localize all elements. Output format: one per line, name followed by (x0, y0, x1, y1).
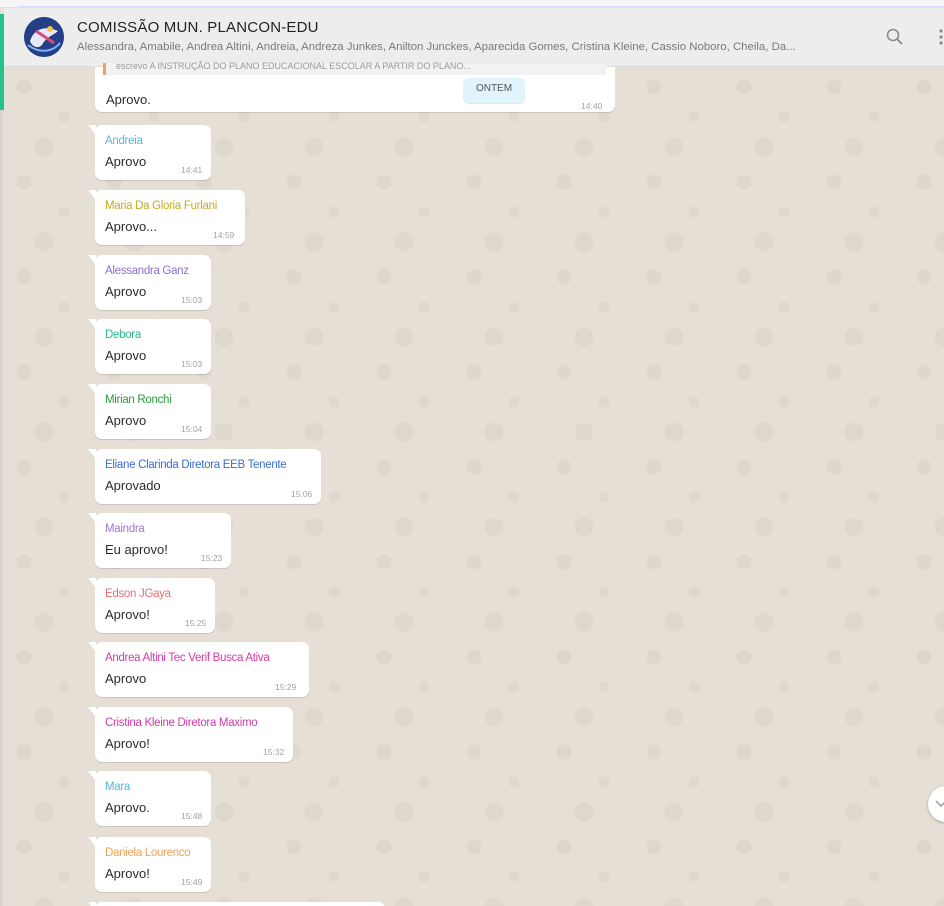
message-bubble[interactable] (88, 902, 385, 906)
window-top-bar (0, 0, 944, 7)
message-time: 15:32 (263, 747, 285, 757)
message-time: 14:40 (581, 101, 603, 111)
message-text: Aprovo (105, 348, 147, 363)
message-text: Eu aprovo! (105, 542, 168, 557)
chat-window: COMISSÃO MUN. PLANCON-EDU Alessandra, Am… (0, 0, 944, 906)
message-time: 15:03 (181, 295, 203, 305)
message-sender[interactable]: Maria Da Gloria Furlani (105, 200, 217, 212)
message-text: Aprovo (105, 413, 147, 428)
message-time: 15:06 (291, 489, 313, 499)
message-bubble[interactable]: Andreia Aprovo 14:41 (88, 125, 211, 180)
message-time: 14:59 (213, 230, 235, 240)
message-bubble[interactable]: Maria Da Gloria Furlani Aprovo... 14:59 (88, 190, 245, 245)
message-text: Aprovo... (105, 219, 158, 234)
message-bubble[interactable]: Mara Aprovo. 15:48 (88, 771, 211, 826)
message-bubble[interactable]: Eliane Clarinda Diretora EEB Tenente Apr… (88, 449, 321, 504)
message-bubble[interactable]: Cristina Kleine Diretora Maximo Aprovo! … (88, 707, 293, 762)
message-time: 15:23 (201, 553, 223, 563)
message-time: 15:49 (181, 877, 203, 887)
message-text: Aprovo (105, 284, 147, 299)
chat-header[interactable]: COMISSÃO MUN. PLANCON-EDU Alessandra, Am… (4, 8, 944, 67)
message-sender[interactable]: Andrea Altini Tec Verif Busca Ativa (105, 652, 270, 664)
group-avatar[interactable] (24, 17, 64, 57)
message-sender[interactable]: Cristina Kleine Diretora Maximo (105, 717, 258, 729)
message-time: 15:03 (181, 359, 203, 369)
message-bubble[interactable]: Debora Aprovo 15:03 (88, 319, 211, 374)
menu-button[interactable] (936, 26, 944, 48)
message-time: 15:48 (181, 811, 203, 821)
menu-icon (939, 29, 943, 45)
message-text: Aprovo! (105, 736, 150, 751)
message-time: 15:04 (181, 424, 203, 434)
search-button[interactable] (884, 26, 906, 48)
message-bubble[interactable]: Alessandra Ganz Aprovo 15:03 (88, 255, 211, 310)
message-sender[interactable]: Andreia (105, 135, 143, 147)
message-time: 15:25 (185, 618, 207, 628)
message-bubble[interactable]: Maindra Eu aprovo! 15:23 (88, 513, 231, 568)
sidebar-edge (0, 110, 3, 906)
message-sender[interactable]: Debora (105, 329, 141, 341)
message-sender[interactable]: Eliane Clarinda Diretora EEB Tenente (105, 459, 287, 471)
message-text: Aprovo (105, 154, 147, 169)
group-members[interactable]: Alessandra, Amabile, Andrea Altini, Andr… (77, 41, 857, 53)
message-time: 14:41 (181, 165, 203, 175)
date-badge: ONTEM (463, 78, 525, 103)
message-sender[interactable]: Mirian Ronchi (105, 394, 172, 406)
search-icon (886, 28, 903, 45)
message-text: Aprovo! (105, 866, 150, 881)
message-bubble[interactable]: Edson JGaya Aprovo! 15:25 (88, 578, 215, 633)
message-sender[interactable]: Maindra (105, 523, 145, 535)
chevron-down-icon (935, 800, 944, 808)
message-sender[interactable]: Daniela Lourenco (105, 847, 191, 859)
message-bubble[interactable]: Andrea Altini Tec Verif Busca Ativa Apro… (88, 642, 309, 697)
quoted-text: escrevo A INSTRUÇÃO DO PLANO EDUCACIONAL… (116, 61, 471, 71)
message-text: Aprovo (105, 671, 147, 686)
scroll-down-button[interactable] (928, 786, 944, 822)
group-avatar-icon (24, 17, 64, 57)
message-text: Aprovo. (106, 92, 151, 107)
message-time: 15:29 (275, 682, 297, 692)
message-bubble[interactable]: Mirian Ronchi Aprovo 15:04 (88, 384, 211, 439)
message-text: Aprovo! (105, 607, 150, 622)
message-sender[interactable]: Mara (105, 781, 130, 793)
message-text: Aprovado (105, 478, 161, 493)
message-sender[interactable]: Alessandra Ganz (105, 265, 189, 277)
message-sender[interactable]: Edson JGaya (105, 588, 171, 600)
quoted-message[interactable]: escrevo A INSTRUÇÃO DO PLANO EDUCACIONAL… (103, 61, 606, 75)
message-list[interactable]: escrevo A INSTRUÇÃO DO PLANO EDUCACIONAL… (4, 61, 944, 906)
group-title[interactable]: COMISSÃO MUN. PLANCON-EDU (77, 19, 319, 36)
message-bubble[interactable]: Daniela Lourenco Aprovo! 15:49 (88, 837, 211, 892)
message-text: Aprovo. (105, 800, 150, 815)
message-bubble[interactable]: escrevo A INSTRUÇÃO DO PLANO EDUCACIONAL… (95, 61, 615, 112)
